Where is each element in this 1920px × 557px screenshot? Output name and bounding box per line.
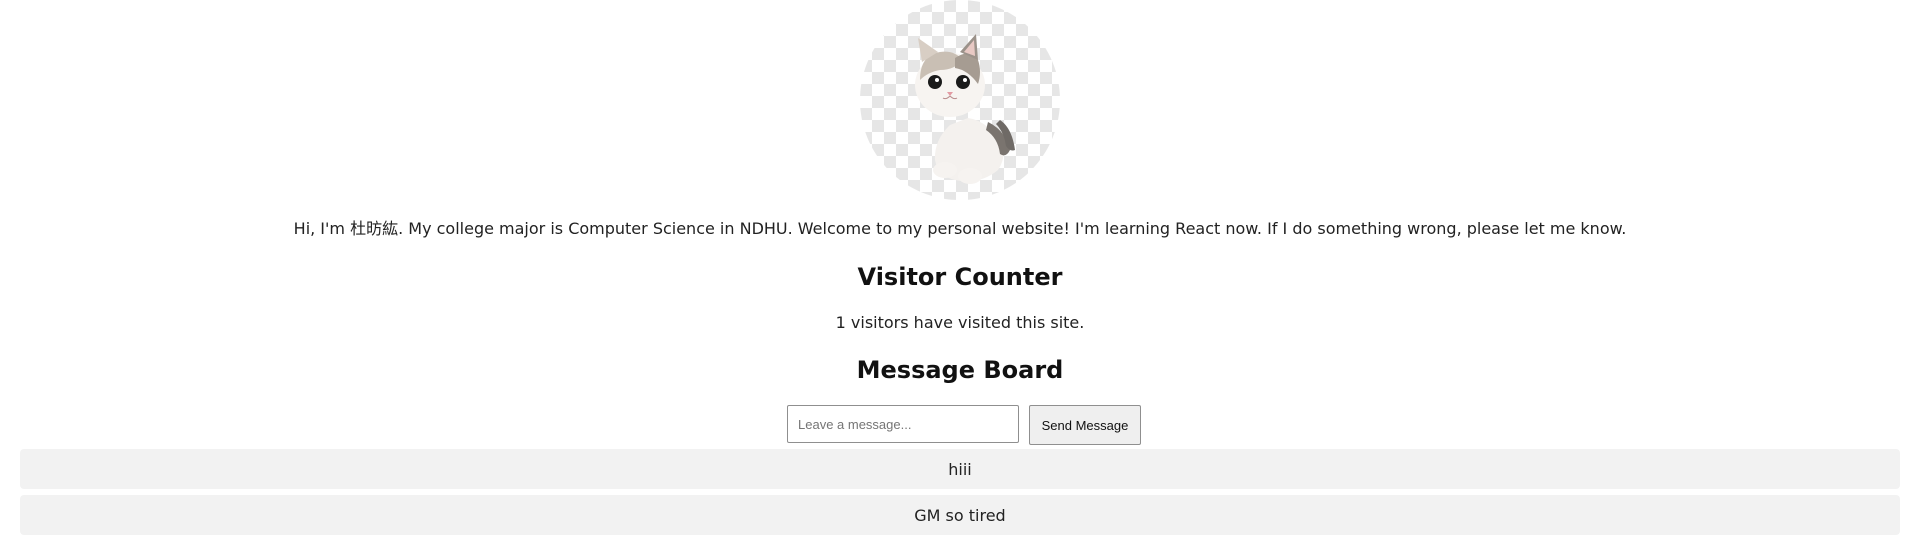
intro-text: Hi, I'm 杜昉紘. My college major is Compute… [293,219,1627,238]
page: Hi, I'm 杜昉紘. My college major is Compute… [0,0,1920,557]
message-form: Send Message [787,405,1141,445]
send-message-button[interactable]: Send Message [1029,405,1141,445]
visitor-count-text: 1 visitors have visited this site. [835,313,1085,332]
cat-avatar-icon [915,34,1015,184]
message-item: hiii [20,449,1900,489]
message-item: GM so tired [20,495,1900,535]
visitor-counter-title: Visitor Counter [857,263,1063,291]
message-board-title: Message Board [856,356,1064,384]
avatar [860,0,1060,200]
message-list: hiii GM so tired [20,449,1900,541]
message-input[interactable] [787,405,1019,443]
